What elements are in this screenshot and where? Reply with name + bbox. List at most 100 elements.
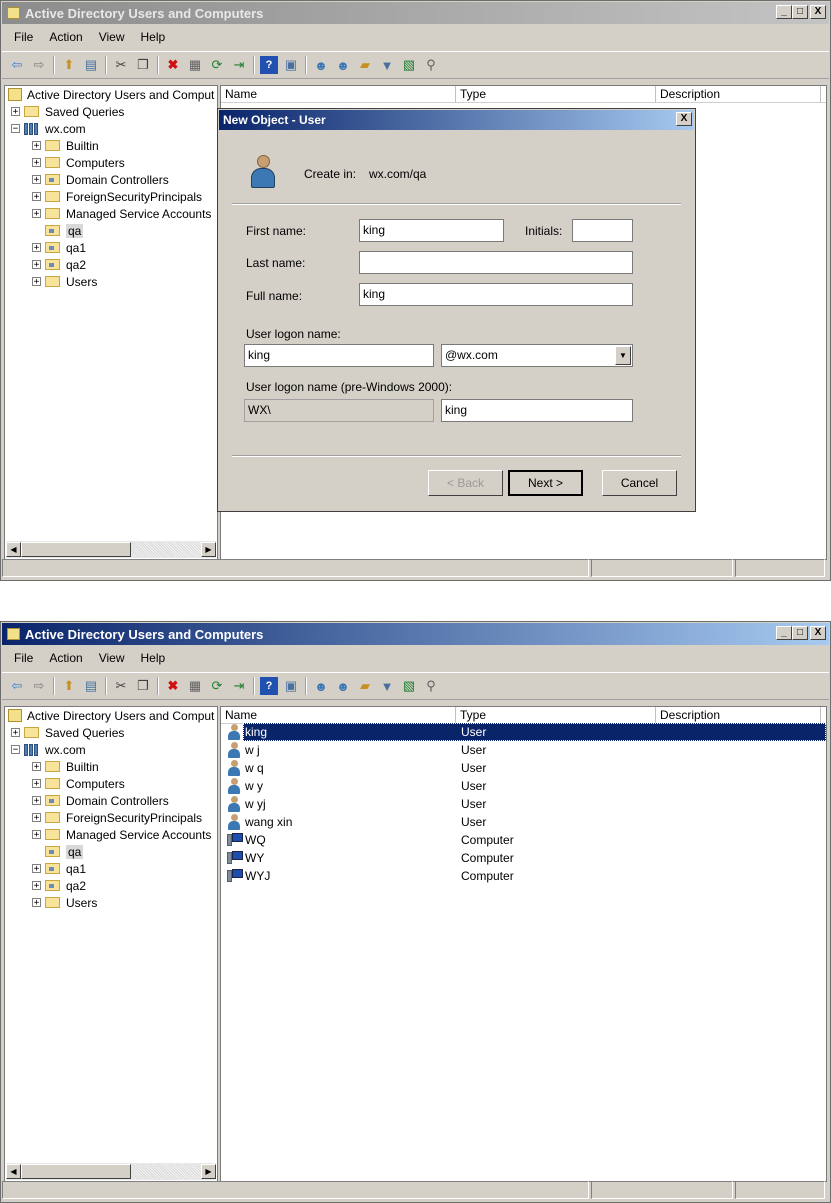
dialog-close-button[interactable]: X [676,112,692,126]
logon-name-field[interactable]: king [244,344,434,367]
menu-file[interactable]: File [6,651,41,665]
refresh-icon[interactable]: ⟳ [208,56,226,74]
list-row[interactable]: wang xin User [221,813,826,831]
tree-item-qa1[interactable]: + qa1 [32,860,86,877]
tree-item-foreign-security-principals[interactable]: + ForeignSecurityPrincipals [32,809,202,826]
menu-help[interactable]: Help [133,651,174,665]
scroll-right-icon[interactable]: ▶ [201,542,216,557]
refresh-icon[interactable]: ⟳ [208,677,226,695]
tree-pane[interactable]: Active Directory Users and Comput + Save… [4,706,218,1182]
tree-item-qa1[interactable]: + qa1 [32,239,86,256]
tree-item-managed-service-accounts[interactable]: + Managed Service Accounts [32,205,211,222]
new-group-icon[interactable]: ☻ [334,677,352,695]
full-name-field[interactable]: king [359,283,633,306]
list-row[interactable]: w y User [221,777,826,795]
delete-icon[interactable]: ✖ [164,56,182,74]
show-hide-tree-icon[interactable]: ▤ [82,677,100,695]
list-row[interactable]: WYJ Computer [221,867,826,885]
console-icon[interactable]: ▣ [282,677,300,695]
tree-item-computers[interactable]: + Computers [32,154,125,171]
tree-item-qa2[interactable]: + qa2 [32,256,86,273]
new-ou-icon[interactable]: ▰ [356,677,374,695]
collapse-icon[interactable]: − [11,124,20,134]
tree-horizontal-scrollbar[interactable]: ◀ ▶ [6,541,216,558]
help-icon[interactable]: ? [260,677,278,695]
tree-item-users[interactable]: + Users [32,894,97,911]
scroll-thumb[interactable] [21,542,131,557]
expand-icon[interactable]: + [32,898,41,908]
scroll-track[interactable] [131,542,201,557]
tree-item-builtin[interactable]: + Builtin [32,758,99,775]
export-icon[interactable]: ⇥ [230,56,248,74]
first-name-field[interactable]: king [359,219,504,242]
title-bar[interactable]: Active Directory Users and Computers _ □… [2,623,829,645]
tree-item-qa[interactable]: qa [45,222,84,239]
expand-icon[interactable]: + [11,728,20,738]
new-group-icon[interactable]: ☻ [334,56,352,74]
back-icon[interactable]: ⇦ [8,677,26,695]
column-header-name[interactable]: Name [221,86,456,102]
dialog-title[interactable]: New Object - User [219,110,694,130]
copy-icon[interactable]: ❐ [134,56,152,74]
expand-icon[interactable]: + [32,260,41,270]
tree-item-domain[interactable]: − wx.com [11,741,86,758]
copy-icon[interactable]: ❐ [134,677,152,695]
scroll-right-icon[interactable]: ▶ [201,1164,216,1179]
add-to-group-icon[interactable]: ▧ [400,677,418,695]
back-icon[interactable]: ⇦ [8,56,26,74]
scroll-left-icon[interactable]: ◀ [6,542,21,557]
tree-root[interactable]: Active Directory Users and Comput [8,707,214,724]
close-button[interactable]: X [810,626,826,640]
expand-icon[interactable]: + [32,243,41,253]
column-header-type[interactable]: Type [456,86,656,102]
forward-icon[interactable]: ⇨ [30,677,48,695]
expand-icon[interactable]: + [32,881,41,891]
back-button[interactable]: < Back [428,470,503,496]
minimize-button[interactable]: _ [776,626,792,640]
list-row[interactable]: w q User [221,759,826,777]
properties-icon[interactable]: ▦ [186,56,204,74]
list-row[interactable]: w j User [221,741,826,759]
tree-item-foreign-security-principals[interactable]: + ForeignSecurityPrincipals [32,188,202,205]
logon-domain-select[interactable]: @wx.com ▼ [441,344,633,367]
tree-item-qa2[interactable]: + qa2 [32,877,86,894]
column-header-description[interactable]: Description [656,707,821,723]
new-ou-icon[interactable]: ▰ [356,56,374,74]
menu-help[interactable]: Help [133,30,174,44]
filter-icon[interactable]: ▼ [378,56,396,74]
tree-pane[interactable]: Active Directory Users and Comput + Save… [4,85,218,560]
last-name-field[interactable] [359,251,633,274]
expand-icon[interactable]: + [32,209,41,219]
up-icon[interactable]: ⬆ [60,56,78,74]
maximize-button[interactable]: □ [792,626,808,640]
tree-item-builtin[interactable]: + Builtin [32,137,99,154]
chevron-down-icon[interactable]: ▼ [615,346,631,365]
tree-item-domain[interactable]: − wx.com [11,120,86,137]
tree-item-saved-queries[interactable]: + Saved Queries [11,724,124,741]
expand-icon[interactable]: + [32,192,41,202]
initials-field[interactable] [572,219,633,242]
scroll-track[interactable] [131,1164,201,1179]
close-button[interactable]: X [810,5,826,19]
export-icon[interactable]: ⇥ [230,677,248,695]
next-button[interactable]: Next > [508,470,583,496]
up-icon[interactable]: ⬆ [60,677,78,695]
new-user-icon[interactable]: ☻ [312,677,330,695]
menu-view[interactable]: View [91,651,133,665]
cut-icon[interactable]: ✂ [112,677,130,695]
find-icon[interactable]: ⚲ [422,677,440,695]
menu-action[interactable]: Action [41,30,90,44]
show-hide-tree-icon[interactable]: ▤ [82,56,100,74]
tree-item-computers[interactable]: + Computers [32,775,125,792]
list-row[interactable]: WY Computer [221,849,826,867]
expand-icon[interactable]: + [32,779,41,789]
tree-item-users[interactable]: + Users [32,273,97,290]
menu-view[interactable]: View [91,30,133,44]
help-icon[interactable]: ? [260,56,278,74]
tree-item-domain-controllers[interactable]: + Domain Controllers [32,792,169,809]
column-header-name[interactable]: Name [221,707,456,723]
list-row[interactable]: king User [221,723,826,741]
title-bar[interactable]: Active Directory Users and Computers _ □… [2,2,829,24]
expand-icon[interactable]: + [32,796,41,806]
list-row[interactable]: w yj User [221,795,826,813]
